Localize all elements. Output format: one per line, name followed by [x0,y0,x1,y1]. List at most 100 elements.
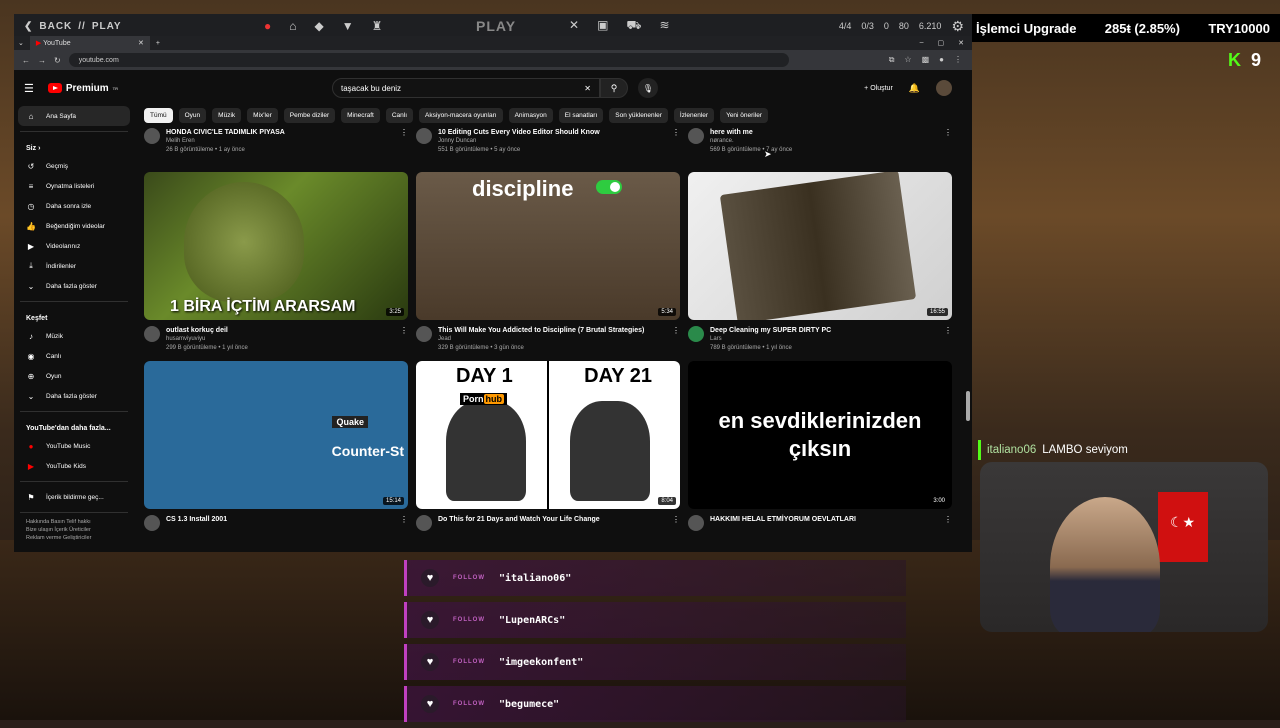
new-tab-button[interactable]: + [156,40,160,47]
star-icon[interactable]: ☆ [904,55,911,65]
chip[interactable]: Mix'ler [247,108,278,123]
alert-icon[interactable]: ● [264,19,271,33]
more-options-icon[interactable]: ⋮ [944,128,952,137]
back-arrow-icon[interactable]: ← [22,56,30,65]
chip[interactable]: El sanatları [558,108,604,123]
sidebar-item-explore-more[interactable]: ⌄ Daha fazla göster [14,386,134,406]
chip[interactable]: İzlenenler [673,108,715,123]
scrollbar-thumb[interactable] [966,391,970,421]
sidebar-more-heading: YouTube'dan daha fazla... [26,425,111,432]
sidebar-item-live[interactable]: ◉ Canlı [14,346,134,366]
cart-icon[interactable]: ⛟ [626,18,641,34]
trophy-icon[interactable]: ♜ [372,19,383,33]
rank-icon[interactable]: ≋ [660,18,670,34]
chevron-down-icon[interactable]: ⌄ [18,39,24,47]
clear-search-icon[interactable]: ✕ [584,84,591,93]
video-card[interactable]: DAY 1 DAY 21 Porn hub 8:04 Do This for 21 Da… [416,361,680,531]
video-card[interactable]: Quake Counter-St 15:14 CS 1.3 Install 2001… [144,361,408,531]
video-thumbnail[interactable]: 16:55 [688,172,952,320]
follow-alert: ♥ FOLLOW "begumece" [404,686,906,722]
menu-icon[interactable]: ⋮ [954,55,962,65]
sidebar-item-liked[interactable]: 👍 Beğendiğim videolar [14,216,134,236]
search-input[interactable]: taşacak bu deniz ✕ [332,78,600,98]
sidebar-item-music[interactable]: ♪ Müzik [14,326,134,346]
sidebar-item-yt-music[interactable]: ● YouTube Music [14,436,134,456]
more-options-icon[interactable]: ⋮ [400,128,408,137]
channel-avatar [416,326,432,342]
more-options-icon[interactable]: ⋮ [944,326,952,335]
close-window-icon[interactable]: ✕ [958,39,964,47]
gear-icon[interactable]: ⚙ [951,18,964,35]
chip[interactable]: Pembe diziler [283,108,336,123]
profile-icon[interactable]: ● [939,55,944,65]
extension-icon[interactable]: ▩ [922,55,930,65]
video-card[interactable]: here with me nørance. 569 B görüntüleme • … [688,128,952,164]
sidebar-item-home[interactable]: ⌂ Ana Sayfa [18,106,130,126]
sidebar-item-your-videos[interactable]: ▶ Videolarınız [14,236,134,256]
streamer [1050,497,1160,632]
chip[interactable]: Oyun [178,108,207,123]
address-bar-row: ← → ↻ youtube.com ⧉ ☆ ▩ ● ⋮ [14,50,972,70]
install-icon[interactable]: ⧉ [889,55,895,65]
bell-icon[interactable]: 🔔 [909,83,920,94]
video-thumbnail[interactable]: 1 BİRA İÇTİM ARARSAM 3:25 [144,172,408,320]
video-card[interactable]: 16:55 Deep Cleaning my SUPER DIRTY PC Lar… [688,172,952,353]
more-options-icon[interactable]: ⋮ [672,515,680,524]
diamond-icon[interactable]: ◆ [315,19,324,33]
mic-icon: 🎙 [642,83,654,93]
chip-all[interactable]: Tümü [144,108,173,123]
create-button[interactable]: + Oluştur [864,85,893,92]
video-thumbnail[interactable]: DAY 1 DAY 21 Porn hub 8:04 [416,361,680,509]
sidebar-item-history[interactable]: ↺ Geçmiş [14,156,134,176]
youtube-logo[interactable]: Premium TR [47,83,118,94]
video-card[interactable]: en sevdiklerinizden çıksın 3:00 HAKKIMI H… [688,361,952,531]
chip[interactable]: Minecraft [341,108,380,123]
video-card[interactable]: discipline 5:34 This Will Make You Addict… [416,172,680,353]
chip[interactable]: Aksiyon-macera oyunları [419,108,503,123]
sidebar-item-downloads[interactable]: ⤓ İndirilenler [14,256,134,276]
video-grid: HONDA CIVIC'LE TADIMLIK PIYASA Melih Eren… [144,128,956,531]
video-card[interactable]: 10 Editing Cuts Every Video Editor Shoul… [416,128,680,164]
chip[interactable]: Yeni öneriler [720,108,768,123]
reload-icon[interactable]: ↻ [54,56,61,65]
video-thumbnail[interactable]: Quake Counter-St 15:14 [144,361,408,509]
sidebar-item-show-more[interactable]: ⌄ Daha fazla göster [14,276,134,296]
sidebar-item-watch-later[interactable]: ◷ Daha sonra izle [14,196,134,216]
more-options-icon[interactable]: ⋮ [944,515,952,524]
avatar[interactable] [936,80,952,96]
more-options-icon[interactable]: ⋮ [672,326,680,335]
video-thumbnail[interactable]: en sevdiklerinizden çıksın 3:00 [688,361,952,509]
follow-alert: ♥ FOLLOW "LupenARCs" [404,602,906,638]
sidebar-item-report[interactable]: ⚑ İçerik bildirme geç... [14,487,134,507]
close-icon[interactable]: ✕ [138,39,144,47]
more-options-icon[interactable]: ⋮ [672,128,680,137]
tools-icon[interactable]: ✕ [569,18,579,34]
video-card[interactable]: HONDA CIVIC'LE TADIMLIK PIYASA Melih Eren… [144,128,408,164]
minimize-icon[interactable]: – [920,39,924,47]
forward-arrow-icon[interactable]: → [38,56,46,65]
hamburger-icon[interactable]: ☰ [24,82,34,95]
tab-youtube[interactable]: ▶ YouTube ✕ [29,36,150,50]
sidebar-item-gaming[interactable]: ⊕ Oyun [14,366,134,386]
toggle-graphic [596,180,622,194]
badge-icon[interactable]: ▼ [342,19,354,33]
maximize-icon[interactable]: ▢ [938,39,945,47]
back-button[interactable]: ❮ BACK // PLAY [14,21,122,32]
chip[interactable]: Son yüklenenler [609,108,668,123]
chip[interactable]: Animasyon [508,108,553,123]
search-button[interactable]: ⚲ [600,78,628,98]
robot-icon[interactable]: ▣ [597,18,608,34]
home-icon[interactable]: ⌂ [289,19,296,33]
chip[interactable]: Müzik [212,108,242,123]
url-field[interactable]: youtube.com [68,53,789,67]
video-thumbnail[interactable]: discipline 5:34 [416,172,680,320]
voice-search-button[interactable]: 🎙 [638,78,658,98]
sidebar-you-heading[interactable]: Siz › [14,137,134,156]
more-options-icon[interactable]: ⋮ [400,515,408,524]
sidebar-item-yt-kids[interactable]: ▶ YouTube Kids [14,456,134,476]
overlay-title: PLAY [476,18,517,34]
more-options-icon[interactable]: ⋮ [400,326,408,335]
sidebar-item-playlists[interactable]: ≡ Oynatma listeleri [14,176,134,196]
video-card[interactable]: 1 BİRA İÇTİM ARARSAM 3:25 outlast korkuç … [144,172,408,353]
chip[interactable]: Canlı [385,108,414,123]
